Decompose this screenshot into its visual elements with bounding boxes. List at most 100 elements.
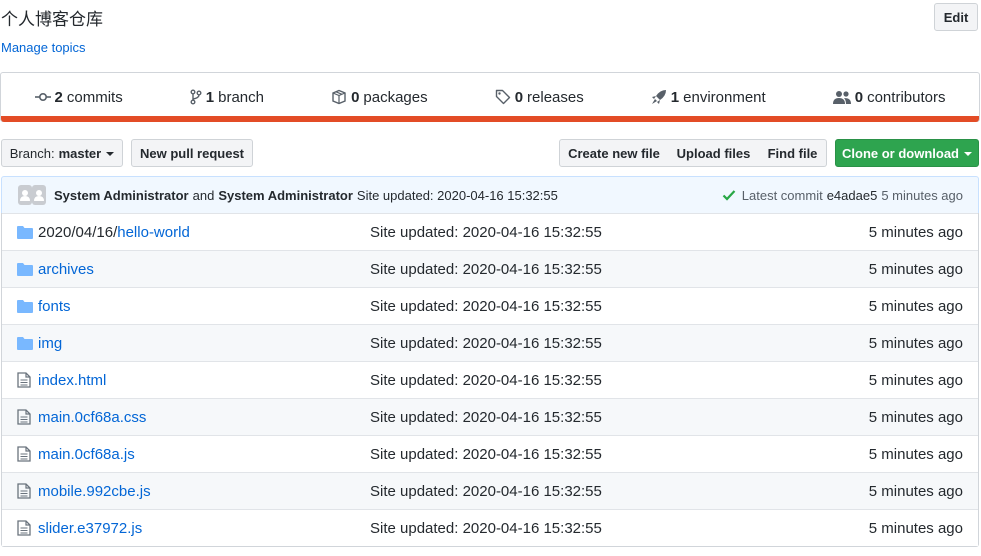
table-row: main.0cf68a.css Site updated: 2020-04-16 … (2, 398, 978, 435)
file-name-link[interactable]: fonts (38, 298, 71, 315)
branch-stat[interactable]: 1 branch (190, 89, 264, 106)
commit-icon (34, 92, 51, 102)
file-age: 5 minutes ago (868, 482, 963, 500)
file-path-prefix: 2020/04/16/ (38, 223, 118, 241)
file-icon (17, 520, 33, 536)
packages-stat[interactable]: 0 packages (331, 89, 428, 106)
file-commit-message[interactable]: Site updated: 2020-04-16 15:32:55 (370, 298, 602, 315)
releases-stat[interactable]: 0 releases (495, 89, 584, 106)
table-row: fonts Site updated: 2020-04-16 15:32:55 5 … (2, 287, 978, 324)
file-table: 2020/04/16/hello-world Site updated: 2020… (1, 213, 979, 547)
file-commit-message[interactable]: Site updated: 2020-04-16 15:32:55 (370, 224, 602, 241)
commit-author[interactable]: System Administrator (54, 188, 189, 203)
file-age: 5 minutes ago (868, 408, 963, 426)
file-name: main.0cf68a.css (38, 408, 147, 426)
file-icon (17, 483, 33, 499)
table-row: index.html Site updated: 2020-04-16 15:32… (2, 361, 978, 398)
new-pull-request-button[interactable]: New pull request (131, 139, 253, 167)
file-age: 5 minutes ago (868, 334, 963, 352)
people-icon (832, 91, 851, 104)
folder-icon (17, 262, 33, 276)
file-name-link[interactable]: slider.e37972.js (38, 520, 142, 537)
environment-stat[interactable]: 1 environment (651, 89, 766, 106)
table-row: archives Site updated: 2020-04-16 15:32:5… (2, 250, 978, 287)
commit-and: and (192, 187, 215, 203)
avatar-right (32, 185, 46, 205)
file-age: 5 minutes ago (868, 297, 963, 315)
file-age: 5 minutes ago (868, 223, 963, 241)
tag-icon (495, 89, 510, 105)
language-bar (1, 116, 979, 122)
folder-icon (17, 225, 33, 239)
branch-select-button[interactable]: Branch: master (1, 139, 123, 167)
file-name-link[interactable]: archives (38, 261, 94, 278)
create-new-file-button[interactable]: Create new file (559, 139, 669, 167)
file-name-link[interactable]: index.html (38, 372, 106, 389)
commits-label: commits (66, 88, 123, 106)
file-name-link[interactable]: main.0cf68a.css (38, 409, 146, 426)
clone-download-label: Clone or download (842, 145, 959, 161)
table-row: main.0cf68a.js Site updated: 2020-04-16 1… (2, 435, 978, 472)
table-row: 2020/04/16/hello-world Site updated: 2020… (2, 213, 978, 250)
file-icon (17, 372, 33, 388)
table-row: mobile.992cbe.js Site updated: 2020-04-16… (2, 472, 978, 509)
commit-sha[interactable]: e4adae5 (827, 188, 878, 203)
file-icon (17, 446, 33, 462)
file-name: fonts (38, 297, 71, 315)
chevron-down-icon (106, 152, 115, 156)
environment-count: 1 (670, 88, 680, 106)
table-row: img Site updated: 2020-04-16 15:32:55 5 mi… (2, 324, 978, 361)
releases-count: 0 (514, 88, 524, 106)
file-age: 5 minutes ago (868, 260, 963, 278)
file-name-link[interactable]: img (38, 335, 62, 352)
file-commit-message[interactable]: Site updated: 2020-04-16 15:32:55 (370, 335, 602, 352)
commit-coauthor[interactable]: System Administrator (218, 188, 353, 203)
file-commit-message[interactable]: Site updated: 2020-04-16 15:32:55 (370, 520, 602, 537)
commits-stat[interactable]: 2 commits (34, 88, 123, 106)
file-commit-message[interactable]: Site updated: 2020-04-16 15:32:55 (370, 409, 602, 426)
file-name-link[interactable]: mobile.992cbe.js (38, 483, 151, 500)
commit-age: 5 minutes ago (881, 187, 963, 203)
file-commit-message[interactable]: Site updated: 2020-04-16 15:32:55 (370, 261, 602, 278)
manage-topics-link[interactable]: Manage topics (1, 40, 86, 55)
folder-icon (17, 299, 33, 313)
file-commit-message[interactable]: Site updated: 2020-04-16 15:32:55 (370, 483, 602, 500)
find-file-button[interactable]: Find file (759, 139, 827, 167)
package-icon (332, 89, 346, 105)
branch-label: branch (218, 88, 264, 106)
branch-prefix: Branch: (9, 145, 55, 161)
contributors-stat[interactable]: 0 contributors (832, 89, 945, 106)
file-age: 5 minutes ago (868, 519, 963, 537)
file-icon (17, 409, 33, 425)
file-name: archives (38, 260, 94, 278)
file-name-link[interactable]: 2020/04/16/hello-world (38, 224, 190, 241)
commits-count: 2 (54, 88, 63, 106)
file-commit-message[interactable]: Site updated: 2020-04-16 15:32:55 (370, 446, 602, 463)
file-age: 5 minutes ago (868, 445, 963, 463)
latest-commit-bar: System Administrator and System Administ… (1, 176, 979, 214)
file-name: hello-world (117, 223, 190, 241)
branch-count: 1 (205, 88, 215, 106)
avatar-left (18, 185, 32, 205)
packages-count: 0 (351, 88, 360, 106)
upload-files-button[interactable]: Upload files (668, 139, 760, 167)
chevron-down-icon (964, 152, 972, 156)
check-icon (722, 190, 736, 201)
file-commit-message[interactable]: Site updated: 2020-04-16 15:32:55 (370, 372, 602, 389)
clone-download-button[interactable]: Clone or download (835, 139, 979, 167)
commit-message[interactable]: Site updated: 2020-04-16 15:32:55 (357, 188, 558, 203)
file-name: mobile.992cbe.js (38, 482, 151, 500)
repo-summary-bar: 2 commits 1 branch 0 packages 0 releases… (0, 72, 980, 122)
avatar[interactable] (18, 185, 46, 205)
packages-label: packages (363, 88, 428, 106)
file-name: img (38, 334, 63, 352)
latest-commit-label: Latest commit (741, 187, 823, 203)
environment-label: environment (683, 88, 766, 106)
edit-button[interactable]: Edit (934, 3, 978, 31)
releases-label: releases (527, 88, 584, 106)
file-name-link[interactable]: main.0cf68a.js (38, 446, 135, 463)
file-name: slider.e37972.js (38, 519, 143, 537)
repo-description: 个人博客仓库 (1, 10, 103, 29)
rocket-icon (651, 90, 666, 104)
branch-name: master (58, 145, 102, 161)
